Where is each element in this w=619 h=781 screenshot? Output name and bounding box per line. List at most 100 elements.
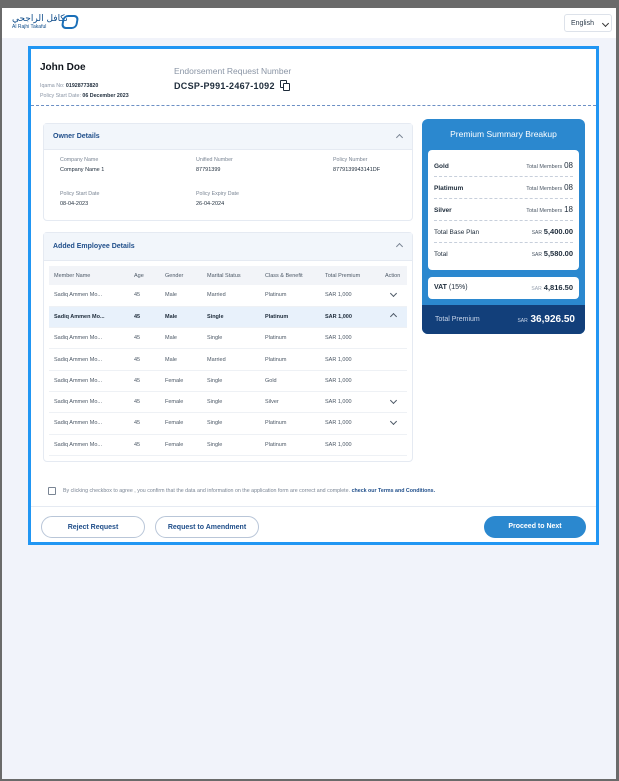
premium-summary-title: Premium Summary Breakup xyxy=(450,129,557,139)
currency-label: SAR xyxy=(531,252,542,258)
age-cell: 45 xyxy=(129,306,160,329)
col-age[interactable]: Age xyxy=(129,266,160,285)
employee-details-panel: Added Employee Details Member Name Age G… xyxy=(43,232,413,462)
marital-status-cell: Single xyxy=(202,412,260,435)
tier-members: Total Members 08 xyxy=(526,161,573,170)
endorsement-card: John Doe Iqama No: 01928773820 Policy St… xyxy=(28,46,599,545)
copy-icon[interactable] xyxy=(280,80,290,91)
marital-status-cell: Single xyxy=(202,370,260,392)
logo-english-text: Al Rajhi Takaful xyxy=(12,24,47,30)
action-cell xyxy=(380,348,407,371)
class-benefit-cell: Gold xyxy=(260,370,320,392)
base-plan-value: 5,400.00 xyxy=(543,227,573,236)
table-row[interactable]: Sadiq Ammen Mo... 45 Male Married Platinum SA… xyxy=(49,285,407,307)
tier-name: Platimum xyxy=(434,185,464,192)
col-gender[interactable]: Gender xyxy=(160,266,202,285)
member-name: John Doe xyxy=(40,62,86,73)
tier-members: Total Members 18 xyxy=(526,205,573,214)
vat-label: VAT xyxy=(434,284,447,291)
tier-name: Silver xyxy=(434,207,452,214)
terms-link[interactable]: check our Terms and Conditions. xyxy=(352,488,436,494)
chevron-down-icon[interactable] xyxy=(389,290,398,298)
age-cell: 45 xyxy=(129,348,160,371)
col-member-name[interactable]: Member Name xyxy=(49,266,129,285)
table-row[interactable]: Sadiq Ammen Mo... 45 Male Single Platinum SAR… xyxy=(49,306,407,329)
table-row[interactable]: Sadiq Ammen Mo... 45 Female Single Silver SAR… xyxy=(49,391,407,414)
base-plan-amount: SAR 5,400.00 xyxy=(532,227,573,236)
header-divider xyxy=(31,105,596,106)
action-cell xyxy=(380,434,407,456)
policy-start-date-value: 08-04-2023 xyxy=(60,201,89,207)
action-cell xyxy=(380,370,407,392)
terms-checkbox[interactable] xyxy=(48,487,56,495)
policy-expiry-date-value: 26-04-2024 xyxy=(196,201,225,207)
action-cell xyxy=(380,306,407,329)
policy-start-value: 06 December 2023 xyxy=(82,93,129,99)
col-class-benefit[interactable]: Class & Benefit xyxy=(260,266,320,285)
policy-number-value: 8779139943141DF xyxy=(333,167,381,173)
chevron-down-icon[interactable] xyxy=(389,418,398,426)
table-row[interactable]: Sadiq Ammen Mo... 45 Female Single Gold SAR 1… xyxy=(49,370,407,392)
iqama-number: Iqama No: 01928773820 xyxy=(40,83,98,89)
total-premium-label: Total Premium xyxy=(435,316,480,323)
policy-start-label: Policy Start Date: xyxy=(40,93,81,99)
total-premium-cell: SAR 1,000 xyxy=(320,306,380,329)
page-background: تكافل الراجحي Al Rajhi Takaful English J… xyxy=(2,8,616,779)
class-benefit-cell: Platinum xyxy=(260,348,320,371)
gender-cell: Male xyxy=(160,348,202,371)
owner-details-header[interactable]: Owner Details xyxy=(44,124,412,150)
total-premium-cell: SAR 1,000 xyxy=(320,348,380,371)
footer-divider xyxy=(31,506,596,507)
total-amount: SAR 5,580.00 xyxy=(532,249,573,258)
col-marital-status[interactable]: Marital Status xyxy=(202,266,260,285)
gender-cell: Female xyxy=(160,391,202,414)
chevron-up-icon[interactable] xyxy=(395,242,404,251)
chevron-down-icon[interactable] xyxy=(389,397,398,405)
col-total-premium[interactable]: Total Premium xyxy=(320,266,380,285)
chevron-up-icon[interactable] xyxy=(389,313,398,321)
member-name-cell: Sadiq Ammen Mo... xyxy=(49,285,129,307)
action-cell xyxy=(380,391,407,414)
proceed-next-button[interactable]: Proceed to Next xyxy=(484,516,586,538)
total-premium-amount: SAR 36,926.50 xyxy=(517,314,575,325)
language-label: English xyxy=(571,20,594,27)
agreement-statement: By clicking checkbox to agree , you conf… xyxy=(63,488,351,494)
member-name-cell: Sadiq Ammen Mo... xyxy=(49,391,129,414)
request-amendment-button[interactable]: Request to Amendment xyxy=(155,516,259,538)
currency-label: SAR xyxy=(517,318,528,324)
premium-summary-box: Gold Total Members 08 Platimum Total Mem… xyxy=(428,150,579,270)
agreement-text: By clicking checkbox to agree , you conf… xyxy=(63,488,435,494)
endorsement-label: Endorsement Request Number xyxy=(174,66,292,76)
class-benefit-cell: Platinum xyxy=(260,434,320,456)
members-label: Total Members xyxy=(526,186,563,192)
employee-details-header[interactable]: Added Employee Details xyxy=(44,233,412,261)
vat-box: VAT (15%) SAR 4,816.50 xyxy=(428,277,579,299)
logo[interactable]: تكافل الراجحي Al Rajhi Takaful xyxy=(12,14,82,34)
marital-status-cell: Single xyxy=(202,327,260,350)
employee-table: Member Name Age Gender Marital Status Cl… xyxy=(49,266,407,456)
policy-start-date-label: Policy Start Date xyxy=(60,191,100,197)
marital-status-cell: Single xyxy=(202,391,260,414)
chevron-up-icon[interactable] xyxy=(395,133,404,142)
gender-cell: Female xyxy=(160,412,202,435)
table-row[interactable]: Sadiq Ammen Mo... 45 Male Married Platinum SA… xyxy=(49,348,407,371)
total-premium-cell: SAR 1,000 xyxy=(320,391,380,414)
class-benefit-cell: Platinum xyxy=(260,285,320,307)
employee-table-body: Sadiq Ammen Mo... 45 Male Married Platinum SA… xyxy=(49,285,407,456)
total-premium-cell: SAR 1,000 xyxy=(320,434,380,456)
members-count: 08 xyxy=(564,183,573,192)
premium-summary-card: Premium Summary Breakup Gold Total Membe… xyxy=(422,119,585,334)
top-bar: تكافل الراجحي Al Rajhi Takaful English xyxy=(2,8,616,38)
table-row[interactable]: Sadiq Ammen Mo... 45 Female Single Platinum S… xyxy=(49,434,407,456)
table-row[interactable]: Sadiq Ammen Mo... 45 Male Single Platinum SAR… xyxy=(49,327,407,350)
marital-status-cell: Single xyxy=(202,306,260,329)
age-cell: 45 xyxy=(129,327,160,350)
table-row[interactable]: Sadiq Ammen Mo... 45 Female Single Platinum S… xyxy=(49,412,407,435)
unified-number-label: Unified Number xyxy=(196,157,233,163)
gender-cell: Male xyxy=(160,327,202,350)
reject-request-button[interactable]: Reject Request xyxy=(41,516,145,538)
owner-details-title: Owner Details xyxy=(53,133,100,140)
total-label: Total xyxy=(434,251,448,258)
members-count: 08 xyxy=(564,161,573,170)
action-cell xyxy=(380,285,407,307)
